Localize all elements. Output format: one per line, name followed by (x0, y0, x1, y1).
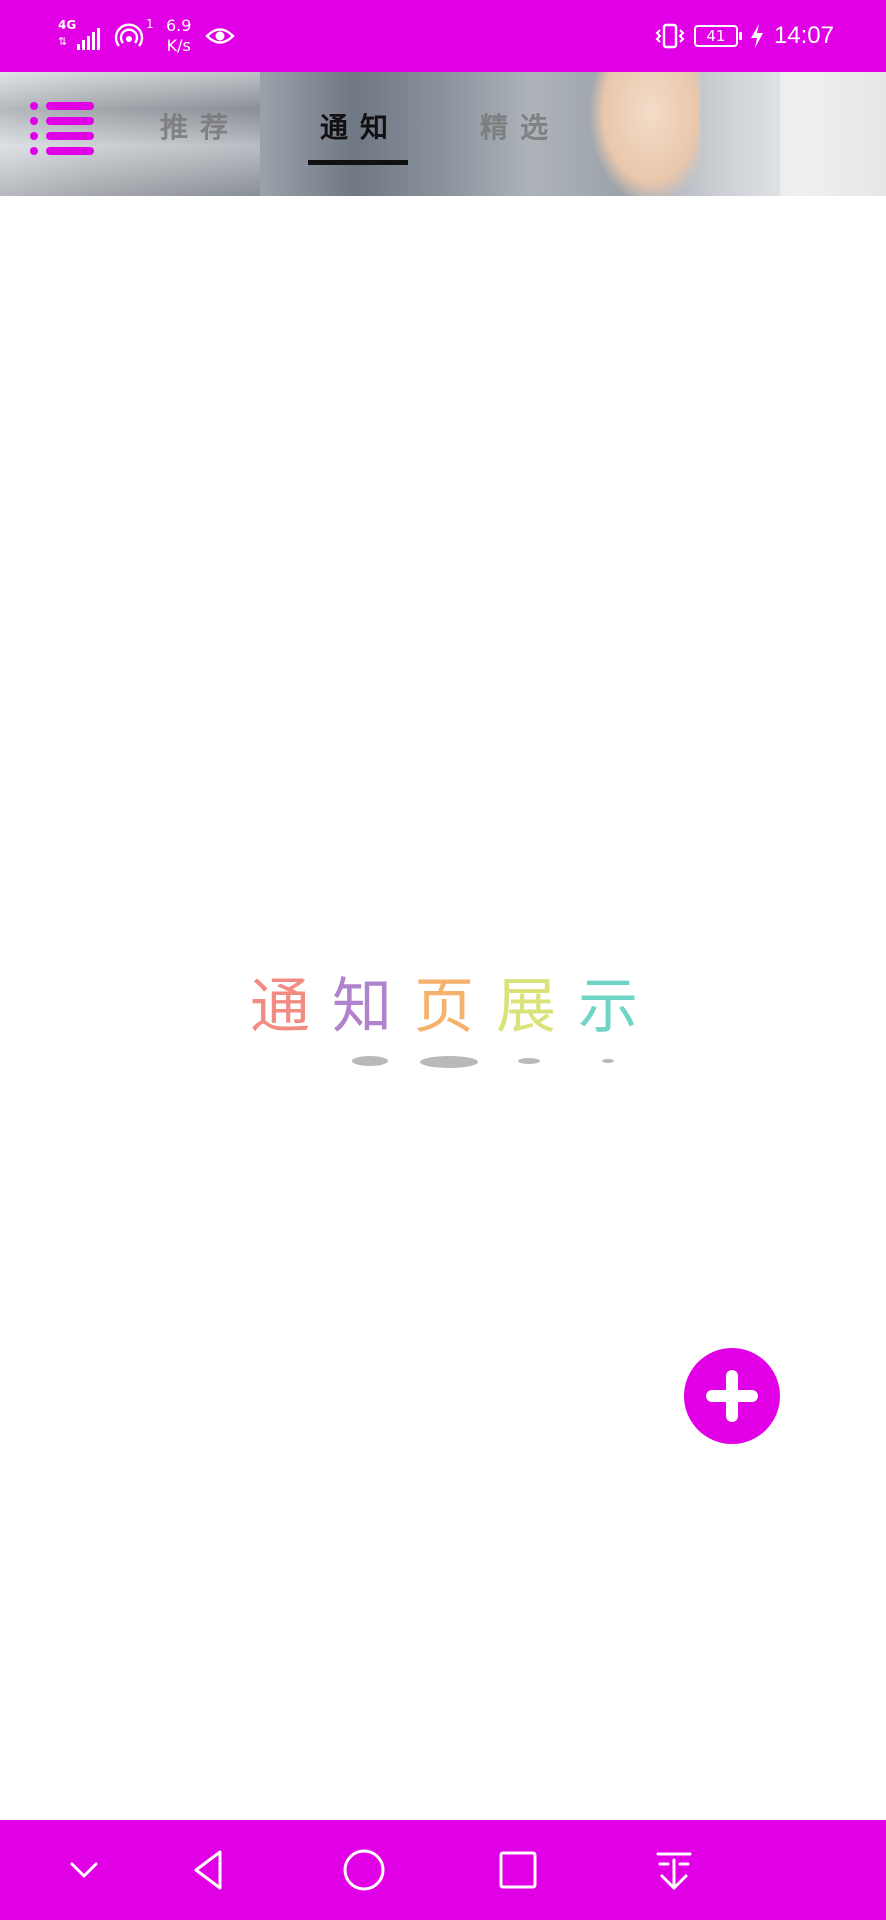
tab-notification[interactable]: 通知 (300, 72, 408, 196)
tab-featured[interactable]: 精选 (460, 72, 568, 196)
charging-icon (750, 24, 763, 48)
menu-button[interactable] (30, 102, 94, 156)
title-char: 示 (578, 972, 638, 1042)
tab-label: 推荐 (159, 111, 240, 144)
tab-indicator (308, 160, 408, 165)
speed-unit: K/s (166, 36, 191, 55)
home-circle-icon[interactable] (340, 1846, 388, 1894)
bounce-shadow (602, 1059, 614, 1063)
pull-down-icon[interactable] (650, 1846, 698, 1894)
vibrate-icon (655, 23, 685, 49)
hotspot-icon: 1 (114, 17, 154, 51)
status-right-group: 41 14:07 (654, 16, 834, 56)
title-char: 知 (332, 972, 392, 1042)
status-time: 14:07 (773, 22, 834, 49)
bounce-shadow (352, 1056, 388, 1066)
add-button[interactable] (684, 1348, 780, 1444)
chevron-down-icon[interactable] (60, 1846, 108, 1894)
system-navigation-bar (0, 1820, 886, 1920)
signal-icon: 4G ⇅ (56, 18, 100, 54)
eye-icon (205, 28, 236, 44)
net-arrows: ⇅ (58, 35, 68, 48)
back-triangle-icon[interactable] (186, 1846, 234, 1894)
recents-square-icon[interactable] (494, 1846, 542, 1894)
bounce-shadow (420, 1056, 478, 1068)
top-header: 推荐 通知 精选 (0, 72, 886, 196)
tab-label: 通知 (319, 111, 400, 144)
bounce-shadow (518, 1058, 540, 1064)
title-char: 页 (414, 972, 474, 1042)
status-bar: 4G ⇅ 1 6.9 K/s 41 14:07 (0, 0, 886, 72)
sim-index: 1 (146, 17, 154, 31)
status-left-group: 4G ⇅ 1 6.9 K/s (56, 14, 236, 58)
network-speed: 6.9 K/s (166, 16, 191, 56)
tab-recommend[interactable]: 推荐 (140, 72, 248, 196)
tab-label: 精选 (479, 111, 560, 144)
title-char: 展 (496, 972, 556, 1042)
tab-bar: 推荐 通知 精选 (140, 72, 620, 196)
notification-page-title: 通 知 页 展 示 (240, 972, 646, 1082)
network-type: 4G (58, 18, 77, 32)
battery-icon: 41 (693, 25, 742, 47)
title-char: 通 (250, 972, 310, 1042)
speed-value: 6.9 (166, 16, 192, 35)
